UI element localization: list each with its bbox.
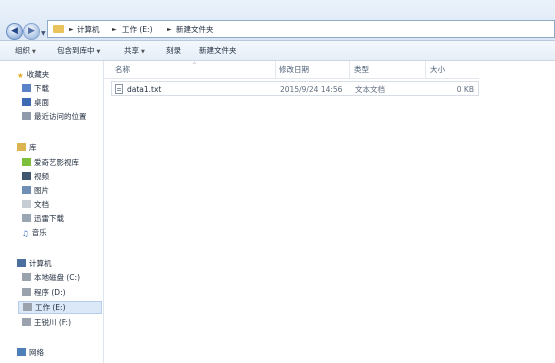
drive-icon — [22, 288, 31, 296]
nav-item-label: 王锐川 (F:) — [34, 318, 71, 327]
nav-item-label: 文档 — [34, 200, 49, 209]
breadcrumb-separator-icon[interactable]: ► — [167, 24, 172, 35]
share-button[interactable]: 共享 ▼ — [124, 45, 145, 56]
libraries-label: 库 — [29, 143, 37, 152]
forward-button[interactable]: ▶ — [23, 23, 40, 40]
column-divider[interactable] — [275, 61, 276, 78]
nav-item-label: 迅雷下载 — [34, 214, 64, 223]
star-icon: ★ — [17, 71, 24, 80]
computer-label: 计算机 — [29, 259, 52, 268]
nav-item-music[interactable]: ♫ 音乐 — [22, 227, 47, 238]
command-toolbar: 组织 ▼ 包含到库中 ▼ 共享 ▼ 刻录 新建文件夹 — [0, 41, 555, 61]
computer-node[interactable]: 计算机 — [17, 258, 52, 269]
nav-item-drive-e[interactable]: 工作 (E:) — [18, 301, 102, 314]
breadcrumb-separator-icon[interactable]: ► — [69, 24, 74, 35]
sort-indicator-icon: ^ — [192, 62, 198, 69]
address-bar[interactable]: ► 计算机 ► 工作 (E:) ► 新建文件夹 — [47, 20, 555, 38]
chevron-down-icon: ▼ — [32, 49, 36, 55]
nav-item-label: 最近访问的位置 — [34, 112, 87, 121]
column-header-size[interactable]: 大小 — [430, 64, 445, 75]
favorites-label: 收藏夹 — [26, 70, 50, 79]
share-label: 共享 — [124, 46, 139, 55]
network-node[interactable]: 网络 — [17, 347, 44, 358]
video-icon — [22, 172, 31, 180]
nav-item-recent-places[interactable]: 最近访问的位置 — [22, 111, 87, 122]
nav-item-label: 视频 — [34, 172, 49, 181]
favorites-node[interactable]: ★ 收藏夹 — [17, 69, 49, 80]
download-folder-icon — [22, 84, 31, 92]
column-header-modified[interactable]: 修改日期 — [279, 64, 309, 75]
chevron-down-icon: ▼ — [96, 49, 101, 55]
navigation-pane[interactable]: ★ 收藏夹 下载 桌面 最近访问的位置 库 爱奇艺影视库 视频 图片 文档 迅雷下… — [0, 61, 104, 363]
nav-item-videos[interactable]: 视频 — [22, 171, 49, 182]
drive-icon — [23, 303, 32, 311]
include-in-library-button[interactable]: 包含到库中 ▼ — [57, 45, 100, 56]
burn-button[interactable]: 刻录 — [166, 45, 181, 56]
nav-item-label: 工作 (E:) — [35, 303, 66, 312]
nav-item-documents[interactable]: 文档 — [22, 199, 49, 210]
include-in-library-label: 包含到库中 — [57, 46, 95, 55]
nav-item-label: 音乐 — [31, 228, 47, 237]
drive-icon — [22, 318, 31, 326]
breadcrumb-drive-e[interactable]: 工作 (E:) — [122, 24, 153, 35]
column-header-name[interactable]: 名称 — [115, 64, 130, 75]
network-label: 网络 — [29, 348, 44, 357]
back-arrow-icon: ◀ — [11, 26, 18, 36]
breadcrumb-current-folder[interactable]: 新建文件夹 — [176, 24, 214, 35]
folder-icon — [53, 25, 64, 33]
iqiyi-icon — [22, 158, 31, 166]
column-header-type[interactable]: 类型 — [354, 64, 369, 75]
libraries-node[interactable]: 库 — [17, 142, 37, 153]
file-list-pane[interactable]: ^ 名称 修改日期 类型 大小 data1.txt 2015/9/24 14:5… — [104, 61, 555, 363]
breadcrumb-separator-icon[interactable]: ► — [112, 24, 117, 35]
network-icon — [17, 348, 26, 356]
nav-item-label: 桌面 — [34, 98, 49, 107]
window-top-bar: ◀ ▶ ▼ ► 计算机 ► 工作 (E:) ► 新建文件夹 — [0, 0, 555, 41]
forward-arrow-icon: ▶ — [28, 26, 35, 36]
nav-item-label: 下载 — [34, 84, 49, 93]
computer-icon — [17, 259, 26, 267]
nav-item-iqiyi-library[interactable]: 爱奇艺影视库 — [22, 157, 79, 168]
history-dropdown-icon[interactable]: ▼ — [41, 30, 46, 37]
thunder-download-icon — [22, 214, 31, 222]
new-folder-button[interactable]: 新建文件夹 — [199, 45, 237, 56]
back-button[interactable]: ◀ — [6, 23, 23, 40]
music-icon: ♫ — [22, 229, 29, 238]
nav-item-label: 程序 (D:) — [34, 288, 66, 297]
file-size: 0 KB — [456, 85, 474, 94]
nav-item-drive-f[interactable]: 王锐川 (F:) — [22, 317, 71, 328]
drive-icon — [22, 273, 31, 281]
chevron-down-icon: ▼ — [141, 49, 145, 55]
nav-item-drive-d[interactable]: 程序 (D:) — [22, 287, 66, 298]
file-type: 文本文档 — [355, 85, 385, 94]
column-divider[interactable] — [349, 61, 350, 78]
nav-item-drive-c[interactable]: 本地磁盘 (C:) — [22, 272, 80, 283]
breadcrumb-computer[interactable]: 计算机 — [77, 24, 100, 35]
library-icon — [17, 143, 26, 151]
nav-item-downloads[interactable]: 下载 — [22, 83, 49, 94]
desktop-icon — [22, 98, 31, 106]
organize-label: 组织 — [15, 46, 30, 55]
file-name: data1.txt — [127, 85, 162, 94]
nav-item-label: 爱奇艺影视库 — [34, 158, 79, 167]
nav-item-thunder-downloads[interactable]: 迅雷下载 — [22, 213, 64, 224]
file-row[interactable]: data1.txt 2015/9/24 14:56 文本文档 0 KB — [111, 81, 479, 96]
nav-item-label: 图片 — [34, 186, 49, 195]
document-icon — [22, 200, 31, 208]
organize-menu-button[interactable]: 组织 ▼ — [15, 45, 36, 56]
file-modified-date: 2015/9/24 14:56 — [280, 85, 343, 94]
picture-icon — [22, 186, 31, 194]
text-file-icon — [115, 84, 123, 94]
column-divider[interactable] — [425, 61, 426, 78]
nav-item-label: 本地磁盘 (C:) — [34, 273, 80, 282]
nav-item-pictures[interactable]: 图片 — [22, 185, 49, 196]
nav-item-desktop[interactable]: 桌面 — [22, 97, 49, 108]
recent-places-icon — [22, 112, 31, 120]
column-header-row: ^ 名称 修改日期 类型 大小 — [104, 61, 479, 79]
